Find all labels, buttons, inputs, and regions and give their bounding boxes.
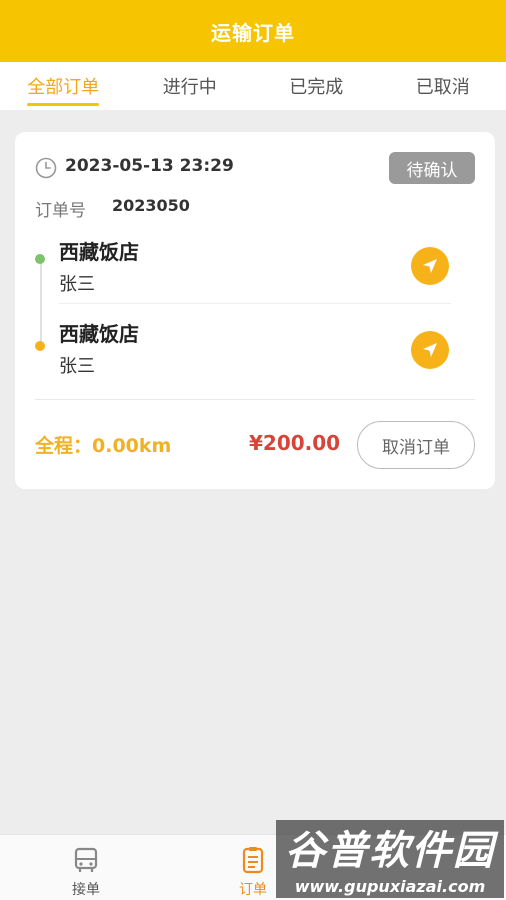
- cancel-order-button[interactable]: 取消订单: [357, 421, 475, 469]
- bottom-nav-orders-label: 订单: [239, 882, 267, 898]
- watermark-main-text: 谷普软件园: [285, 828, 495, 874]
- dropoff-contact-name: 张三: [59, 356, 95, 377]
- page-title: 运输订单: [211, 20, 295, 45]
- tab-all-orders[interactable]: 全部订单: [0, 62, 127, 110]
- navigate-icon: [423, 259, 437, 273]
- order-card[interactable]: 2023-05-13 23:29 待确认 订单号 2023050 西藏饭店 张三…: [15, 132, 495, 489]
- pickup-navigate-button[interactable]: [411, 247, 449, 285]
- pickup-contact-name: 张三: [59, 274, 95, 295]
- end-dot: [35, 341, 45, 351]
- order-time: 2023-05-13 23:29: [65, 156, 234, 176]
- start-dot: [35, 254, 45, 264]
- navigate-icon: [423, 343, 437, 357]
- tab-in-progress[interactable]: 进行中: [127, 62, 254, 110]
- dropoff-navigate-button[interactable]: [411, 331, 449, 369]
- tab-cancelled[interactable]: 已取消: [380, 62, 506, 110]
- status-badge: 待确认: [389, 152, 475, 184]
- bus-icon: [74, 847, 98, 872]
- tab-completed[interactable]: 已完成: [253, 62, 380, 110]
- app-header: 运输订单: [0, 0, 506, 62]
- dropoff-place-name: 西藏饭店: [59, 322, 139, 346]
- bottom-nav-accept-label: 接单: [72, 882, 100, 898]
- bottom-nav-accept[interactable]: 接单: [41, 835, 131, 900]
- card-divider: [35, 399, 475, 400]
- order-number-value: 2023050: [112, 196, 190, 215]
- order-price: ¥200.00: [249, 431, 341, 455]
- clock-icon: [35, 157, 57, 179]
- order-number-label: 订单号: [35, 201, 86, 221]
- route-line: [40, 258, 42, 346]
- watermark-url: www.gupuxiazai.com: [276, 874, 504, 898]
- order-tabs: 全部订单 进行中 已完成 已取消: [0, 62, 506, 110]
- total-distance: 全程：0.00km: [35, 435, 172, 457]
- order-list-icon: [242, 847, 264, 874]
- pickup-place-name: 西藏饭店: [59, 240, 139, 264]
- watermark-main: 谷普软件园: [276, 820, 504, 874]
- route-divider: [59, 303, 451, 304]
- watermark: 谷普软件园 www.gupuxiazai.com: [276, 820, 504, 900]
